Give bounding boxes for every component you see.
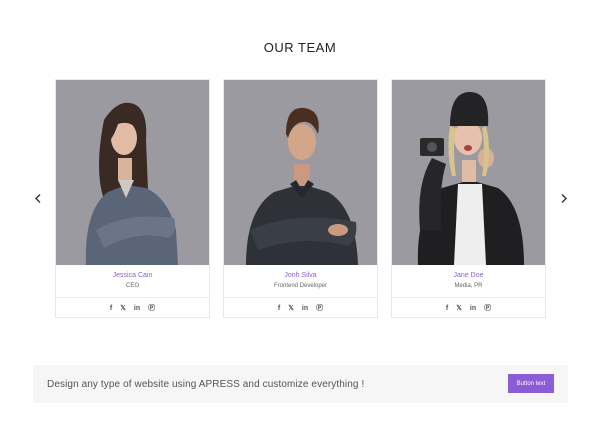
carousel-next-button[interactable]: [558, 191, 570, 205]
linkedin-icon[interactable]: in: [134, 305, 140, 312]
section-title: OUR TEAM: [263, 40, 337, 55]
twitter-icon[interactable]: 𝕏: [456, 304, 462, 312]
linkedin-icon[interactable]: in: [470, 305, 476, 312]
team-card: Jessica Cain CEO f 𝕏 in Ⓟ: [55, 79, 210, 318]
member-photo: [392, 80, 545, 265]
member-photo: [56, 80, 209, 265]
member-role: CEO: [125, 283, 139, 289]
member-photo: [224, 80, 377, 265]
member-info: Jessica Cain CEO: [56, 265, 209, 298]
chevron-right-icon: [561, 193, 567, 203]
member-name[interactable]: Jonh Silva: [224, 272, 377, 279]
member-name[interactable]: Jessica Cain: [56, 272, 209, 279]
facebook-icon[interactable]: f: [446, 305, 448, 312]
cta-button[interactable]: Button text: [508, 374, 554, 393]
member-role: Frontend Developer: [273, 283, 328, 289]
twitter-icon[interactable]: 𝕏: [288, 304, 294, 312]
cta-text: Design any type of website using APRESS …: [47, 378, 365, 390]
carousel-prev-button[interactable]: [32, 191, 44, 205]
linkedin-icon[interactable]: in: [302, 305, 308, 312]
social-links: f 𝕏 in Ⓟ: [392, 300, 545, 316]
member-name[interactable]: Jane Doe: [392, 272, 545, 279]
social-links: f 𝕏 in Ⓟ: [224, 300, 377, 316]
team-card: Jane Doe Media, PR f 𝕏 in Ⓟ: [391, 79, 546, 318]
facebook-icon[interactable]: f: [278, 305, 280, 312]
social-links: f 𝕏 in Ⓟ: [56, 300, 209, 316]
chevron-left-icon: [35, 193, 41, 203]
team-card: Jonh Silva Frontend Developer f 𝕏 in Ⓟ: [223, 79, 378, 318]
member-role: Media, PR: [454, 283, 483, 289]
pinterest-icon[interactable]: Ⓟ: [484, 303, 491, 313]
pinterest-icon[interactable]: Ⓟ: [316, 303, 323, 313]
cta-banner: Design any type of website using APRESS …: [33, 365, 568, 403]
member-info: Jonh Silva Frontend Developer: [224, 265, 377, 298]
facebook-icon[interactable]: f: [110, 305, 112, 312]
member-info: Jane Doe Media, PR: [392, 265, 545, 298]
pinterest-icon[interactable]: Ⓟ: [148, 303, 155, 313]
twitter-icon[interactable]: 𝕏: [120, 304, 126, 312]
